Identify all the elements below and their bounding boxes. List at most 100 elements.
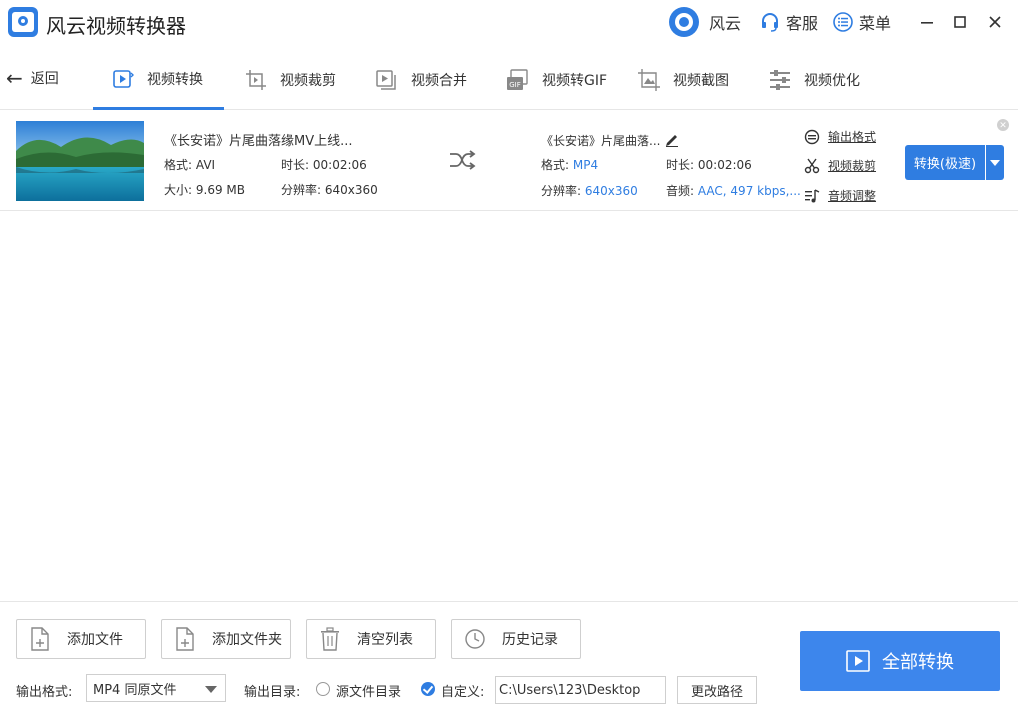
customer-service-label: 客服 [786, 14, 819, 33]
menu-label: 菜单 [859, 14, 892, 33]
clock-icon [465, 629, 485, 649]
tab-video-screenshot[interactable]: 视频截图 [637, 50, 729, 110]
format-icon [804, 129, 820, 144]
maximize-icon [954, 16, 966, 28]
tab-label: 视频裁剪 [280, 73, 336, 89]
fengyun-account-link[interactable]: 风云 [669, 7, 741, 37]
convert-fast-button[interactable]: 转换(极速) [905, 145, 985, 180]
change-path-button[interactable]: 更改路径 [677, 676, 757, 704]
source-size-label: 大小: [164, 183, 193, 197]
video-convert-icon [113, 69, 134, 88]
headset-icon [762, 13, 778, 32]
minimize-button[interactable] [915, 10, 939, 34]
menu-button[interactable]: 菜单 [833, 8, 891, 36]
shuffle-icon [450, 150, 476, 170]
app-title: 风云视频转换器 [46, 14, 186, 38]
custom-dir-radio[interactable] [421, 682, 435, 696]
close-button[interactable] [983, 10, 1007, 34]
audio-adjust-link-label: 音频调整 [828, 189, 877, 203]
tab-video-merge[interactable]: 视频合并 [375, 50, 467, 110]
output-resolution-label: 分辨率: [541, 184, 582, 198]
output-format-link-label: 输出格式 [828, 130, 877, 144]
close-icon [989, 16, 1001, 28]
maximize-button[interactable] [948, 10, 972, 34]
chevron-down-icon [205, 686, 217, 693]
tab-label: 视频转GIF [542, 73, 608, 89]
source-file-name: 《长安诺》片尾曲落缘MV上线... [164, 134, 353, 149]
output-format-value: MP4 [572, 158, 599, 172]
app-logo-icon [8, 7, 38, 37]
audio-adjust-link[interactable]: 音频调整 [804, 187, 876, 204]
back-button[interactable]: ← 返回 [6, 68, 59, 88]
video-crop-link-label: 视频裁剪 [828, 159, 877, 173]
fengyun-logo-icon [669, 7, 699, 37]
output-format-select[interactable]: MP4 同原文件 [86, 674, 226, 702]
video-merge-icon [376, 70, 396, 90]
tab-video-crop[interactable]: 视频裁剪 [244, 50, 336, 110]
output-audio-label: 音频: [666, 184, 695, 198]
output-format-label: 输出格式: [16, 685, 73, 700]
add-folder-label: 添加文件夹 [212, 632, 282, 648]
source-duration-label: 时长: [281, 158, 310, 172]
tab-label: 视频合并 [411, 73, 467, 89]
list-menu-icon [833, 12, 853, 32]
output-format-link[interactable]: 输出格式 [804, 128, 876, 145]
source-resolution-label: 分辨率: [281, 183, 322, 197]
convert-options-dropdown[interactable] [986, 145, 1004, 180]
source-resolution: 分辨率: 640x360 [281, 181, 378, 198]
output-format-label: 格式: [541, 158, 570, 172]
gif-icon: GIF [507, 69, 528, 90]
output-duration-label: 时长: [666, 158, 695, 172]
add-file-label: 添加文件 [67, 632, 123, 648]
output-format-selected: MP4 同原文件 [93, 682, 177, 698]
output-duration-value: 00:02:06 [697, 158, 752, 172]
source-dir-option-label: 源文件目录 [336, 685, 402, 700]
sliders-icon [770, 70, 790, 90]
history-button[interactable]: 历史记录 [451, 619, 581, 659]
trash-icon [321, 627, 339, 651]
file-list-item[interactable]: 《长安诺》片尾曲落缘MV上线... 格式: AVI 时长: 00:02:06 大… [0, 111, 1018, 211]
source-format-label: 格式: [164, 158, 193, 172]
remove-file-icon[interactable]: ✕ [997, 119, 1009, 131]
title-bar: 风云视频转换器 风云 客服 菜单 [0, 0, 1018, 44]
convert-all-label: 全部转换 [882, 652, 954, 673]
output-resolution-value: 640x360 [584, 184, 638, 198]
source-resolution-value: 640x360 [324, 183, 378, 197]
output-format: 格式: MP4 [541, 156, 598, 173]
add-folder-button[interactable]: 添加文件夹 [161, 619, 291, 659]
back-label: 返回 [30, 71, 59, 87]
output-path-field[interactable]: C:\Users\123\Desktop [495, 676, 666, 704]
add-folder-icon [176, 627, 194, 651]
output-audio: 音频: AAC, 497 kbps,... [666, 182, 801, 199]
source-size: 大小: 9.69 MB [164, 181, 245, 198]
minimize-icon [921, 22, 933, 24]
edit-name-button[interactable] [664, 131, 680, 147]
video-crop-link[interactable]: 视频裁剪 [804, 157, 876, 174]
source-duration-value: 00:02:06 [312, 158, 367, 172]
play-icon [846, 650, 870, 672]
history-label: 历史记录 [502, 632, 558, 648]
clear-list-label: 清空列表 [357, 632, 413, 648]
convert-all-button[interactable]: 全部转换 [800, 631, 1000, 691]
tab-video-optimize[interactable]: 视频优化 [768, 50, 860, 110]
output-duration: 时长: 00:02:06 [666, 156, 752, 173]
scissors-icon [804, 158, 820, 173]
add-file-button[interactable]: 添加文件 [16, 619, 146, 659]
output-audio-value: AAC, 497 kbps,... [697, 184, 801, 198]
source-duration: 时长: 00:02:06 [281, 156, 367, 173]
screenshot-icon [638, 69, 660, 91]
source-dir-radio[interactable] [316, 682, 330, 696]
customer-service-button[interactable]: 客服 [760, 8, 818, 36]
output-file-name: 《长安诺》片尾曲落... [541, 134, 661, 148]
tab-video-to-gif[interactable]: GIF 视频转GIF [506, 50, 607, 110]
bottom-toolbar: 添加文件 添加文件夹 清空列表 历史记录 输出格式: MP4 同原文件 输出目录… [0, 601, 1018, 710]
tab-label: 视频优化 [804, 73, 860, 89]
tab-label: 视频转换 [147, 71, 203, 88]
svg-text:GIF: GIF [509, 81, 521, 89]
tab-video-convert[interactable]: 视频转换 [93, 50, 224, 110]
add-file-icon [31, 627, 49, 651]
output-resolution: 分辨率: 640x360 [541, 182, 638, 199]
output-dir-label: 输出目录: [244, 685, 301, 700]
video-crop-icon [246, 70, 266, 90]
clear-list-button[interactable]: 清空列表 [306, 619, 436, 659]
